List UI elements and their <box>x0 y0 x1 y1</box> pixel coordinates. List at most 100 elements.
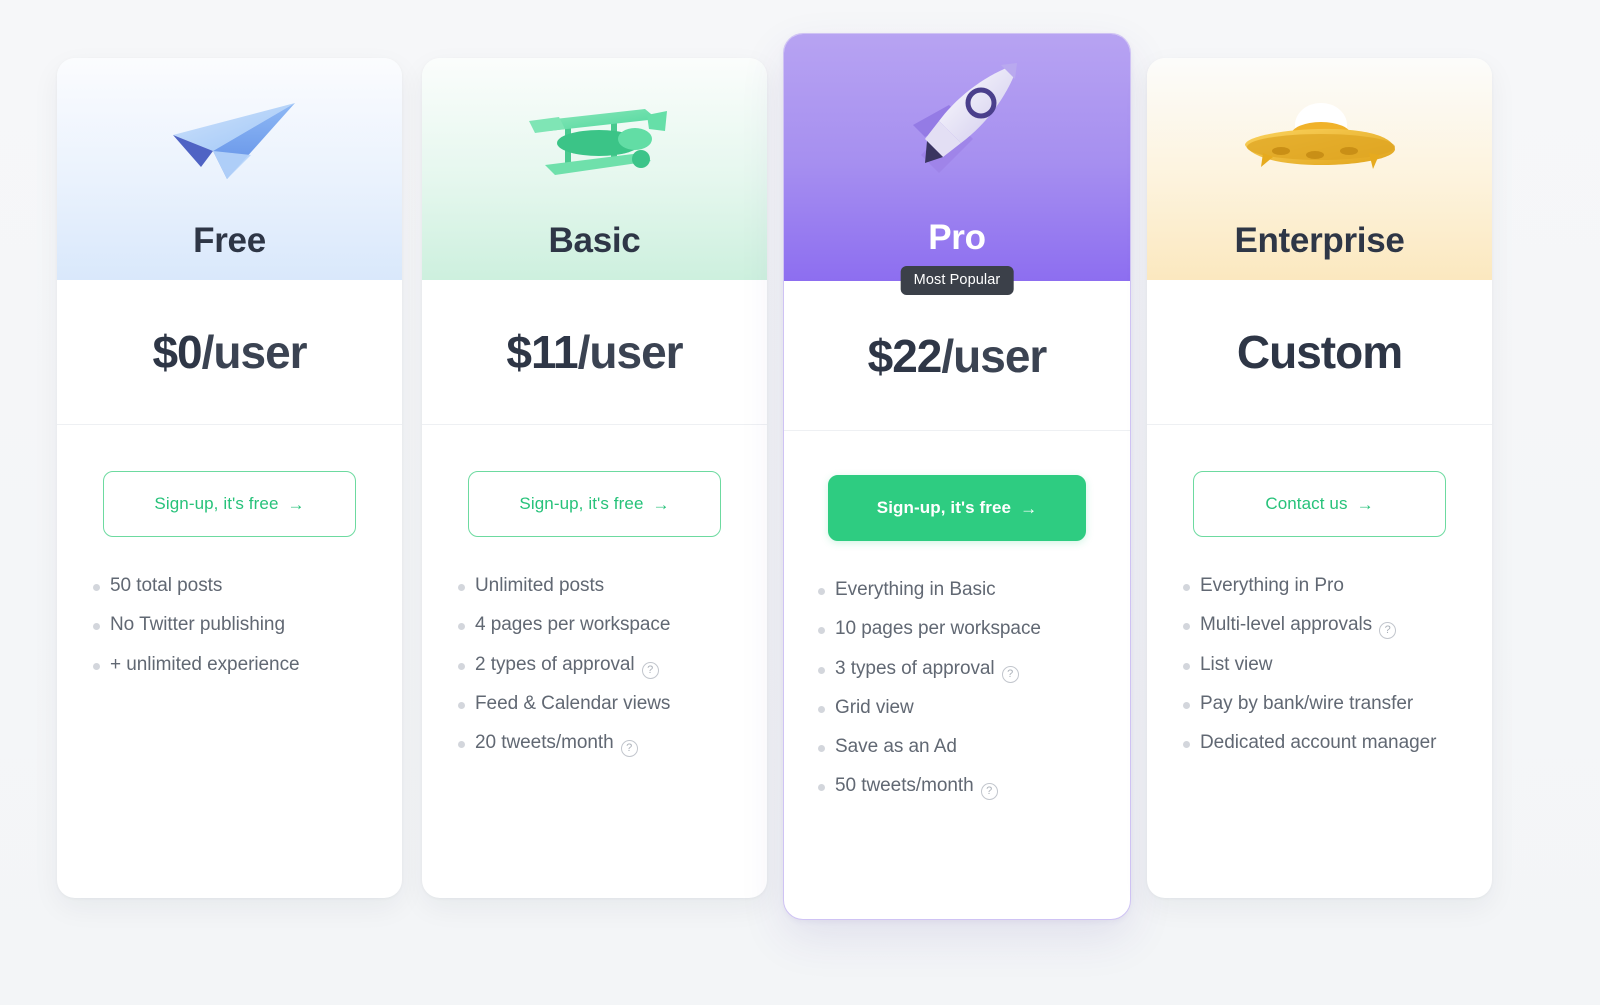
feature-label: No Twitter publishing <box>110 614 285 636</box>
feature-item: Multi-level approvals? <box>1183 612 1452 640</box>
bullet-dot-icon <box>458 623 465 631</box>
pricing-card-free[interactable]: Free $0/user Sign-up, it's free → 50 total p… <box>57 58 402 898</box>
feature-text-wrap: 50 total posts <box>110 573 222 598</box>
feature-item: Unlimited posts <box>458 573 727 598</box>
feature-list: Everything in Pro Multi-level approvals? L… <box>1147 537 1492 755</box>
biplane-icon <box>422 84 767 202</box>
arrow-right-icon: → <box>287 494 305 514</box>
bullet-dot-icon <box>458 584 465 591</box>
feature-text-wrap: 10 pages per workspace <box>835 616 1041 641</box>
help-circle-icon[interactable]: ? <box>980 783 998 801</box>
bullet-dot-icon <box>93 584 100 591</box>
cta-label: Sign-up, it's free <box>154 494 279 513</box>
bullet-dot-icon <box>818 784 825 792</box>
feature-text-wrap: Feed & Calendar views <box>475 691 670 716</box>
ufo-icon-svg <box>1245 102 1395 169</box>
plan-price: $0/user <box>152 326 307 378</box>
cta-container: Sign-up, it's free → <box>422 425 767 537</box>
feature-item: + unlimited experience <box>93 652 362 677</box>
cta-button-pro[interactable]: Sign-up, it's free → <box>828 475 1086 541</box>
feature-label: Feed & Calendar views <box>475 692 671 714</box>
price-block: $22/user <box>784 281 1130 431</box>
cta-button-basic[interactable]: Sign-up, it's free → <box>468 471 721 537</box>
cta-button-free[interactable]: Sign-up, it's free → <box>103 471 356 537</box>
ufo-icon <box>1147 84 1492 202</box>
feature-item: 50 total posts <box>93 573 362 598</box>
feature-text-wrap: List view <box>1200 652 1272 677</box>
feature-item: Grid view <box>818 695 1092 720</box>
bullet-dot-icon <box>1183 701 1190 709</box>
help-circle-icon[interactable]: ? <box>620 740 638 758</box>
feature-item: 20 tweets/month? <box>458 730 727 758</box>
bullet-dot-icon <box>458 662 465 670</box>
help-circle-icon[interactable]: ? <box>1001 665 1019 683</box>
pricing-page: Free $0/user Sign-up, it's free → 50 total p… <box>0 0 1600 1005</box>
feature-item: List view <box>1183 652 1452 677</box>
feature-list: Unlimited posts 4 pages per workspace 2 ty… <box>422 537 767 758</box>
pricing-card-enterprise[interactable]: Enterprise Custom Contact us → Everything in… <box>1147 58 1492 898</box>
price-amount: $0 <box>152 326 202 378</box>
bullet-dot-icon <box>818 588 825 595</box>
feature-text-wrap: Everything in Basic <box>835 577 996 602</box>
help-circle-icon[interactable]: ? <box>641 661 659 679</box>
cta-container: Sign-up, it's free → <box>784 431 1130 541</box>
rocket-icon <box>784 58 1130 190</box>
plan-name: Basic <box>548 221 641 260</box>
feature-text-wrap: Multi-level approvals? <box>1200 612 1397 640</box>
feature-label: 50 tweets/month <box>835 775 974 797</box>
feature-text-wrap: Grid view <box>835 695 914 720</box>
feature-text-wrap: Everything in Pro <box>1200 573 1344 598</box>
pricing-card-pro[interactable]: Pro Most Popular $22/user Sign-up, it's fre… <box>783 33 1131 920</box>
price-amount: $22 <box>867 329 943 382</box>
price-unit: /user <box>941 329 1047 382</box>
feature-item: 2 types of approval? <box>458 652 727 679</box>
feature-label: Pay by bank/wire transfer <box>1200 692 1414 714</box>
feature-list: 50 total posts No Twitter publishing + unl… <box>57 537 402 677</box>
feature-list: Everything in Basic 10 pages per workspac… <box>784 541 1130 801</box>
price-unit: /user <box>577 326 684 378</box>
bullet-dot-icon <box>818 627 825 635</box>
feature-text-wrap: Pay by bank/wire transfer <box>1200 691 1413 716</box>
cta-container: Contact us → <box>1147 425 1492 537</box>
most-popular-badge: Most Popular <box>900 266 1014 295</box>
biplane-icon-svg <box>528 108 667 175</box>
feature-label: Unlimited posts <box>475 575 605 596</box>
feature-item: Everything in Pro <box>1183 573 1452 598</box>
cta-button-enterprise[interactable]: Contact us → <box>1193 471 1446 537</box>
feature-label: 20 tweets/month <box>475 732 614 754</box>
paper-plane-icon-svg <box>172 103 295 179</box>
feature-item: Save as an Ad <box>818 734 1092 759</box>
arrow-right-icon: → <box>1020 498 1038 518</box>
bullet-dot-icon <box>458 701 465 709</box>
feature-item: Dedicated account manager <box>1183 730 1452 755</box>
cta-label: Sign-up, it's free <box>876 498 1012 517</box>
feature-item: No Twitter publishing <box>93 612 362 637</box>
cta-container: Sign-up, it's free → <box>57 425 402 537</box>
plan-price: Custom <box>1237 329 1403 375</box>
feature-label: Dedicated account manager <box>1200 732 1437 754</box>
feature-label: 10 pages per workspace <box>835 618 1041 640</box>
feature-item: Everything in Basic <box>818 577 1092 602</box>
bullet-dot-icon <box>1183 662 1190 670</box>
card-header-enterprise: Enterprise <box>1147 58 1492 280</box>
plan-price: $11/user <box>506 326 684 378</box>
help-circle-icon[interactable]: ? <box>1379 622 1397 640</box>
card-header-basic: Basic <box>422 58 767 280</box>
price-amount: $11 <box>506 326 578 378</box>
bullet-dot-icon <box>1183 741 1190 749</box>
bullet-dot-icon <box>93 662 100 670</box>
feature-text-wrap: Save as an Ad <box>835 734 957 759</box>
cta-label: Sign-up, it's free <box>519 494 644 513</box>
feature-label: 4 pages per workspace <box>475 614 671 636</box>
plan-name: Free <box>193 221 266 260</box>
feature-label: List view <box>1200 653 1273 675</box>
paper-plane-icon <box>57 84 402 202</box>
pricing-card-basic[interactable]: Basic $11/user Sign-up, it's free → Unlimite… <box>422 58 767 898</box>
price-block: $0/user <box>57 280 402 425</box>
feature-text-wrap: 4 pages per workspace <box>475 612 670 637</box>
feature-label: + unlimited experience <box>110 653 300 675</box>
feature-label: Grid view <box>835 696 914 718</box>
feature-label: 50 total posts <box>110 575 223 596</box>
card-header-pro: Pro <box>784 34 1130 281</box>
feature-item: Pay by bank/wire transfer <box>1183 691 1452 716</box>
